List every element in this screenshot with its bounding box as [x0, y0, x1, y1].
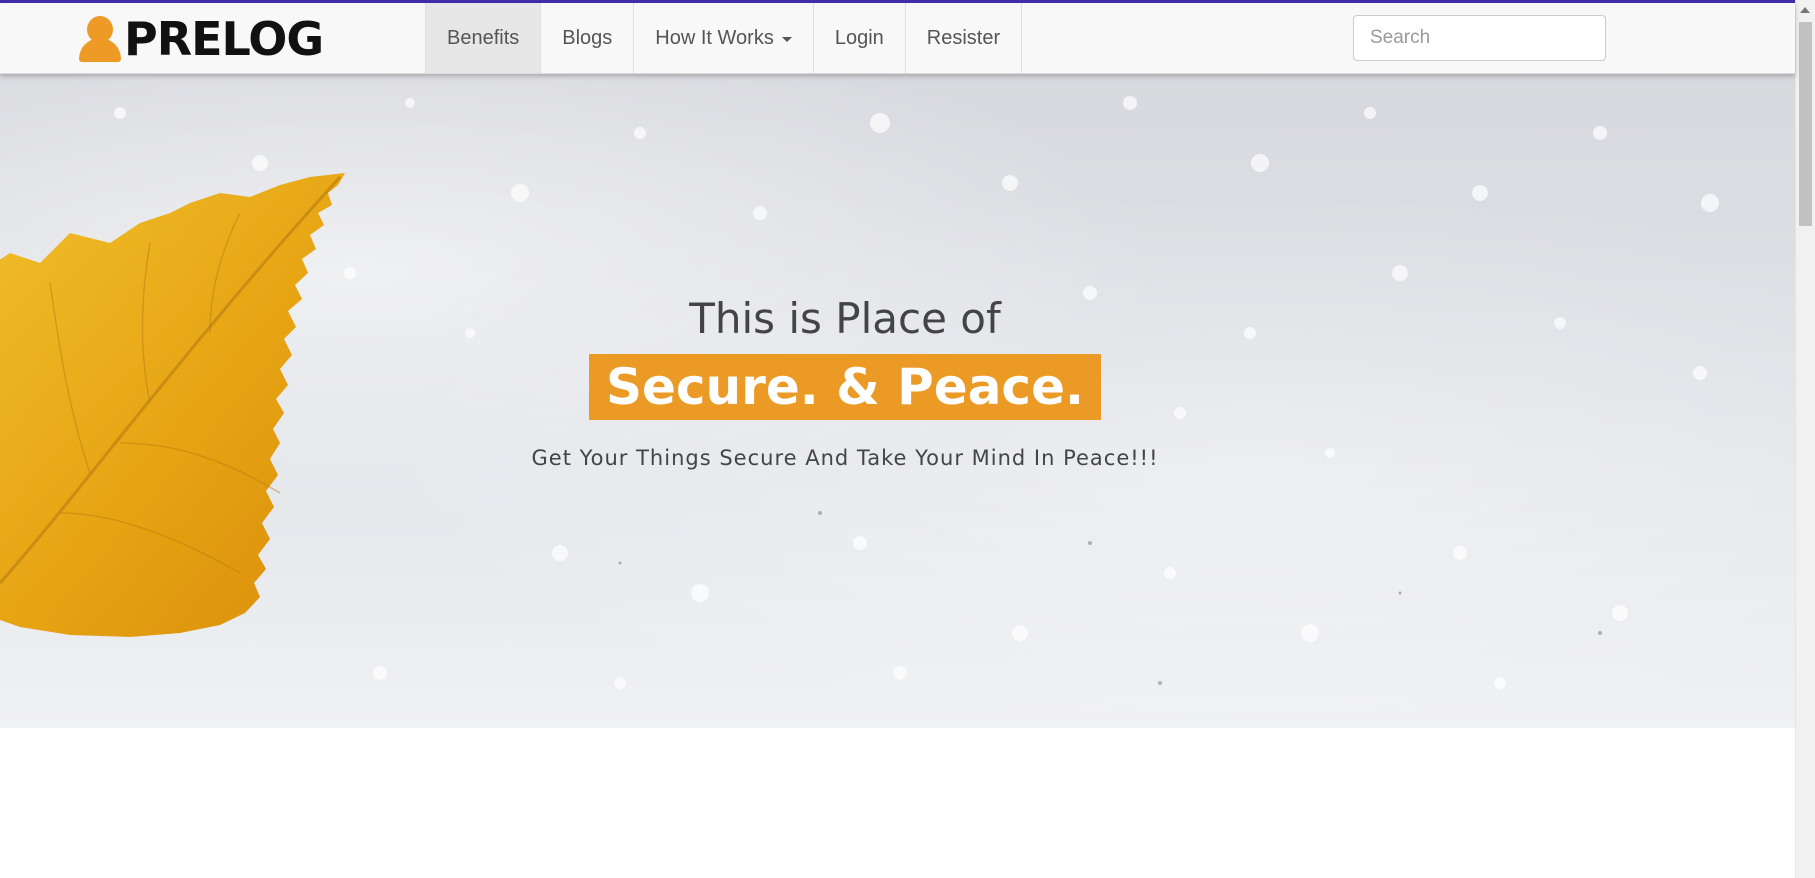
search-input[interactable]	[1353, 15, 1606, 61]
main-nav: Benefits Blogs How It Works Login Resist…	[425, 3, 1023, 73]
nav-item-label: Benefits	[447, 26, 520, 49]
nav-item-label: Resister	[926, 26, 1001, 49]
brand-name: PRELOG	[124, 12, 324, 66]
hero-subline: Get Your Things Secure And Take Your Min…	[531, 446, 1159, 470]
scrollbar-thumb[interactable]	[1799, 22, 1812, 226]
nav-item-login[interactable]: Login	[814, 3, 906, 73]
nav-item-resister[interactable]: Resister	[906, 3, 1023, 73]
nav-item-blogs[interactable]: Blogs	[541, 3, 635, 73]
scroll-up-arrow-icon[interactable]	[1800, 7, 1810, 13]
nav-item-benefits[interactable]: Benefits	[425, 3, 542, 73]
navbar: PRELOG Benefits Blogs How It Works Login…	[0, 3, 1795, 74]
hero-tagline: This is Place of	[689, 294, 1001, 343]
hero-headline: Secure. & Peace.	[445, 354, 1245, 420]
person-icon	[78, 16, 122, 62]
nav-item-label: Blogs	[562, 26, 613, 49]
nav-item-label: How It Works	[655, 26, 774, 49]
hero-banner: This is Place of Secure. & Peace. Get Yo…	[0, 73, 1795, 728]
nav-item-label: Login	[834, 26, 884, 49]
hero-headline-text: Secure. & Peace.	[589, 354, 1101, 420]
caret-down-icon	[781, 37, 792, 42]
nav-item-how-it-works[interactable]: How It Works	[634, 3, 814, 73]
brand-logo[interactable]: PRELOG	[78, 12, 324, 66]
page-scrollbar[interactable]	[1795, 0, 1815, 878]
leaf-image	[0, 173, 345, 637]
